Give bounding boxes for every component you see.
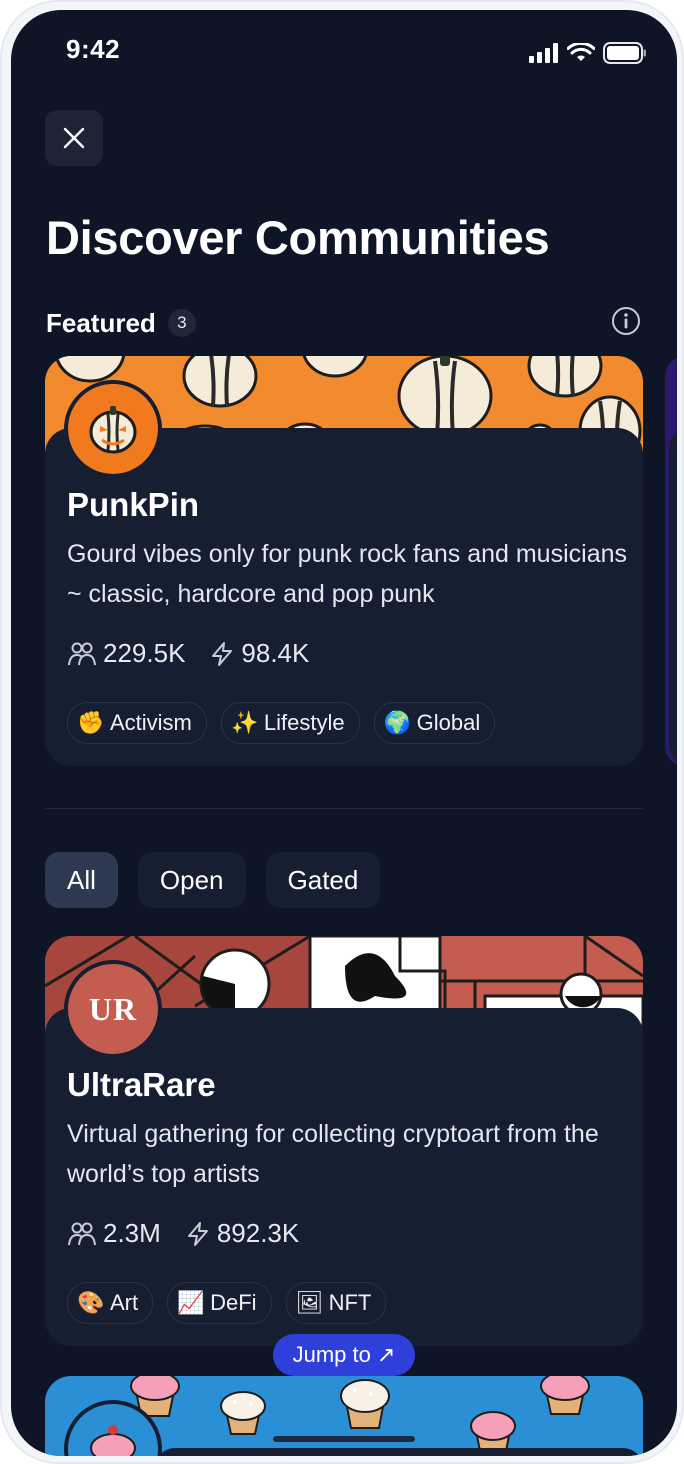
filter-open[interactable]: Open (137, 852, 246, 908)
info-icon[interactable] (611, 306, 641, 336)
community-card[interactable]: UR UltraRare Virtual gathering for colle… (45, 936, 643, 1346)
community-stats: 2.3M 892.3K (67, 1218, 323, 1249)
community-card-partial[interactable] (45, 1376, 643, 1456)
phone-frame: 9:42 Discover Communities Featured 3 Pun… (0, 0, 684, 1464)
tag-label: Activism (110, 710, 192, 735)
app-screen: 9:42 Discover Communities Featured 3 Pun… (11, 10, 677, 1456)
community-stats: 229.5K 98.4K (67, 638, 333, 669)
members-stat: 2.3M (67, 1218, 161, 1249)
signal-icon (529, 43, 558, 63)
tag-lifestyle[interactable]: ✨ Lifestyle (220, 702, 360, 744)
tag-art[interactable]: 🎨 Art (67, 1282, 154, 1324)
activity-count: 98.4K (241, 638, 310, 668)
palette-icon: 🎨 (77, 1290, 105, 1315)
tag-label: DeFi (210, 1290, 257, 1315)
wifi-icon (567, 43, 595, 61)
activity-stat: 892.3K (185, 1218, 299, 1249)
community-name: PunkPin (67, 486, 200, 523)
framed-picture-icon: 🖼 (295, 1290, 324, 1315)
community-tags: ✊ Activism ✨ Lifestyle 🌍 Global (67, 702, 496, 744)
fist-icon: ✊ (77, 710, 105, 735)
activity-stat: 98.4K (209, 638, 309, 669)
members-icon (68, 1222, 96, 1245)
chart-increasing-icon: 📈 (177, 1290, 205, 1315)
featured-label: Featured (46, 307, 156, 338)
filter-all[interactable]: All (45, 852, 118, 908)
home-indicator (273, 1436, 415, 1442)
battery-icon (603, 42, 646, 64)
sparkles-icon: ✨ (231, 710, 259, 735)
members-stat: 229.5K (67, 638, 185, 669)
ultrarare-avatar: UR (64, 960, 162, 1058)
tag-defi[interactable]: 📈 DeFi (167, 1282, 272, 1324)
globe-icon: 🌍 (383, 710, 412, 735)
divider (45, 808, 643, 809)
avatar-initials: UR (88, 990, 138, 1027)
tag-global[interactable]: 🌍 Global (373, 702, 496, 744)
tag-activism[interactable]: ✊ Activism (67, 702, 207, 744)
community-tags: 🎨 Art 📈 DeFi 🖼 NFT (67, 1282, 387, 1324)
tag-label: Global (416, 710, 481, 735)
members-count: 229.5K (103, 638, 186, 668)
featured-header: Featured 3 (46, 306, 641, 340)
activity-count: 892.3K (216, 1218, 300, 1248)
tag-label: NFT (328, 1290, 372, 1315)
community-description: Virtual gathering for collecting cryptoa… (67, 1120, 599, 1188)
punkpin-avatar (64, 380, 162, 478)
community-name: UltraRare (67, 1066, 216, 1103)
status-time: 9:42 (66, 34, 121, 64)
tag-label: Lifestyle (263, 710, 345, 735)
tag-label: Art (110, 1290, 139, 1315)
members-icon (68, 642, 96, 665)
tag-nft[interactable]: 🖼 NFT (285, 1282, 387, 1324)
community-description: Gourd vibes only for punk rock fans and … (67, 540, 627, 608)
peek-panel (669, 428, 677, 766)
filter-chips: All Open Gated (45, 852, 381, 908)
featured-community-card[interactable]: PunkPin Gourd vibes only for punk rock f… (45, 356, 643, 766)
lightning-icon (212, 641, 233, 666)
members-count: 2.3M (103, 1218, 161, 1248)
close-icon (63, 127, 85, 149)
page-title: Discover Communities (46, 211, 550, 264)
status-icons (529, 42, 647, 64)
close-button[interactable] (45, 110, 103, 166)
next-featured-card-peek[interactable] (665, 356, 677, 766)
jump-to-button[interactable]: Jump to ↗ (273, 1334, 415, 1376)
featured-count-badge: 3 (167, 309, 196, 337)
filter-gated[interactable]: Gated (265, 852, 381, 908)
lightning-icon (187, 1221, 208, 1246)
status-bar: 9:42 (11, 10, 677, 90)
